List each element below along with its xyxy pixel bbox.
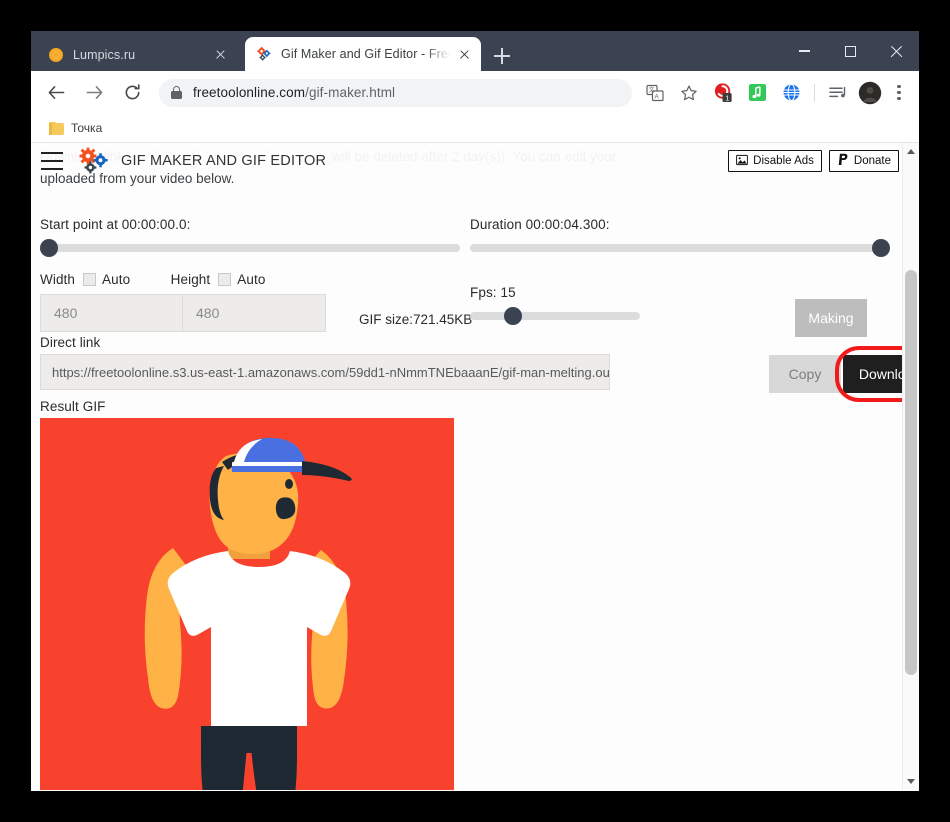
window-controls: [781, 31, 919, 71]
close-icon[interactable]: [456, 46, 473, 63]
address-bar[interactable]: freetoolonline.com/gif-maker.html: [159, 78, 632, 107]
slider-track: [470, 244, 890, 252]
toolbar-divider: [814, 83, 815, 102]
slider-thumb[interactable]: [872, 239, 890, 257]
slider-track: [40, 244, 460, 252]
music-note-icon[interactable]: [744, 80, 770, 106]
gears-icon: [256, 46, 272, 62]
direct-link-row: Direct link https://freetoolonline.s3.us…: [40, 335, 919, 402]
browser-tab-gifmaker[interactable]: Gif Maker and Gif Editor - Free To: [245, 37, 481, 71]
start-point-control: Start point at 00:00:00.0:: [40, 217, 460, 257]
reload-button[interactable]: [116, 77, 148, 109]
url-domain: freetoolonline.com: [193, 85, 306, 100]
width-input[interactable]: 480: [40, 294, 183, 332]
tab-title-gifmaker: Gif Maker and Gif Editor - Free To: [281, 47, 450, 61]
width-label: Width: [40, 272, 76, 287]
width-auto-label: Auto: [102, 272, 131, 287]
fps-control: Fps: 15: [470, 285, 640, 325]
site-header-actions: Disable Ads Donate: [728, 150, 899, 172]
browser-window: Lumpics.ru Gif Maker and Gif Editor - Fr…: [31, 31, 919, 791]
page-scrollbar[interactable]: [902, 143, 919, 790]
url-path: /gif-maker.html: [305, 85, 396, 100]
svg-text:文: 文: [649, 86, 655, 94]
size-fps-row: Width Auto Height Auto 480 480 GIF size:72…: [40, 271, 892, 337]
paypal-icon: [837, 153, 849, 169]
height-auto-checkbox[interactable]: [218, 273, 232, 286]
image-icon: [736, 154, 749, 169]
slider-track: [470, 312, 640, 320]
disable-ads-label: Disable Ads: [753, 155, 814, 167]
duration-control: Duration 00:00:04.300:: [470, 217, 890, 257]
svg-text:1: 1: [725, 93, 729, 102]
height-input[interactable]: 480: [183, 294, 326, 332]
kebab-menu-icon[interactable]: [887, 80, 911, 106]
forward-button[interactable]: [78, 77, 110, 109]
scroll-up-arrow[interactable]: [903, 143, 919, 160]
direct-link-label: Direct link: [40, 335, 101, 350]
result-gif-label: Result GIF: [40, 399, 106, 414]
result-gif-preview[interactable]: [40, 418, 454, 790]
start-point-label: Start point at 00:00:00.0:: [40, 217, 191, 232]
donate-label: Donate: [853, 155, 891, 167]
making-button[interactable]: Making: [795, 299, 867, 337]
fps-slider[interactable]: [470, 307, 640, 325]
donate-button[interactable]: Donate: [828, 150, 899, 172]
duration-slider[interactable]: [470, 239, 890, 257]
svg-text:A: A: [655, 94, 659, 100]
gif-man-illustration: [40, 418, 454, 790]
slider-thumb[interactable]: [40, 239, 58, 257]
dimension-inputs: 480 480: [40, 294, 326, 332]
timeline-controls-row: Start point at 00:00:00.0: Duration 00:0…: [40, 217, 892, 267]
result-gif-row: Result GIF: [40, 399, 892, 790]
maximize-button[interactable]: [827, 31, 873, 71]
globe-icon[interactable]: [778, 80, 804, 106]
bookmark-item[interactable]: Точка: [43, 118, 108, 138]
new-tab-button[interactable]: [489, 43, 515, 69]
browser-tab-lumpics[interactable]: Lumpics.ru: [37, 38, 237, 71]
scrollbar-thumb[interactable]: [905, 270, 917, 675]
start-point-slider[interactable]: [40, 239, 460, 257]
site-brand-title: GIF MAKER AND GIF EDITOR: [121, 153, 331, 169]
duration-label: Duration 00:00:04.300:: [470, 217, 610, 232]
tab-title-lumpics: Lumpics.ru: [73, 47, 136, 62]
folder-icon: [49, 121, 64, 135]
browser-toolbar: freetoolonline.com/gif-maker.html 文 A 1: [31, 71, 919, 114]
back-button[interactable]: [40, 77, 72, 109]
copy-button[interactable]: Copy: [769, 355, 841, 393]
tab-strip: Lumpics.ru Gif Maker and Gif Editor - Fr…: [31, 31, 919, 71]
gif-maker-panel: Start point at 00:00:00.0: Duration 00:0…: [31, 179, 919, 790]
avatar[interactable]: [857, 80, 883, 106]
media-list-icon[interactable]: [825, 80, 851, 106]
translate-icon[interactable]: 文 A: [642, 80, 668, 106]
bookmarks-bar: Точка: [31, 114, 919, 143]
height-label: Height: [170, 272, 211, 287]
address-bar-url: freetoolonline.com/gif-maker.html: [193, 85, 395, 100]
page-viewport: Download link and forum link has availab…: [31, 143, 919, 790]
disable-ads-button[interactable]: Disable Ads: [728, 150, 822, 172]
dimension-controls: Width Auto Height Auto 480 480: [40, 271, 326, 332]
slider-thumb[interactable]: [504, 307, 522, 325]
fps-label: Fps: 15: [470, 285, 516, 300]
gif-size-text: GIF size:721.45KB: [357, 312, 473, 327]
direct-link-input[interactable]: https://freetoolonline.s3.us-east-1.amaz…: [40, 354, 610, 390]
scroll-down-arrow[interactable]: [903, 773, 919, 790]
minimize-button[interactable]: [781, 31, 827, 71]
lock-icon: [171, 86, 182, 99]
dimension-labels: Width Auto Height Auto: [40, 271, 326, 291]
orange-circle-icon: [48, 47, 64, 63]
bookmark-label: Точка: [71, 121, 103, 135]
height-auto-label: Auto: [237, 272, 266, 287]
width-auto-checkbox[interactable]: [83, 273, 97, 286]
adblock-icon[interactable]: 1: [710, 80, 736, 106]
hamburger-icon[interactable]: [41, 152, 63, 170]
close-icon[interactable]: [212, 46, 229, 63]
close-window-button[interactable]: [873, 31, 919, 71]
star-icon[interactable]: [676, 80, 702, 106]
